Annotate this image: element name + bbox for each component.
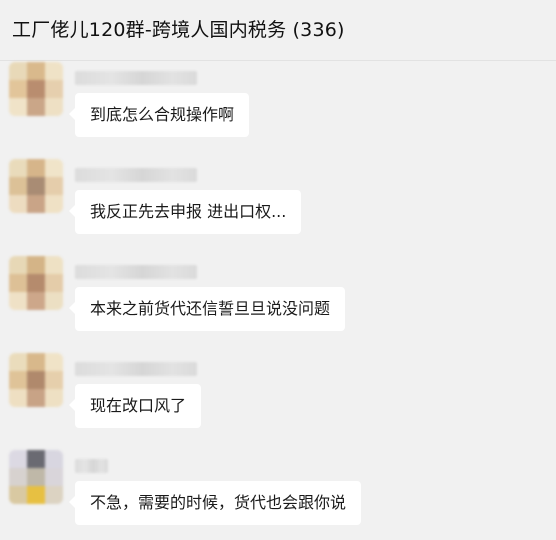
avatar-pixel — [9, 486, 27, 504]
chat-title: 工厂佬儿120群-跨境人国内税务 (336) — [12, 19, 345, 41]
avatar-pixel — [45, 389, 63, 407]
sender-name-blurred — [75, 362, 197, 376]
avatar-pixel — [27, 98, 45, 116]
message-row: 不急，需要的时候，货代也会跟你说 — [0, 450, 556, 540]
sender-name-blurred — [75, 459, 108, 473]
avatar-pixel — [9, 292, 27, 310]
avatar-pixel — [45, 159, 63, 177]
avatar-pixel — [27, 274, 45, 292]
avatar-pixel — [27, 486, 45, 504]
avatar[interactable] — [9, 62, 63, 116]
message-row: 本来之前货代还信誓旦旦说没问题 — [0, 256, 556, 346]
avatar-pixel — [45, 468, 63, 486]
avatar-pixel — [45, 371, 63, 389]
avatar-pixel — [45, 62, 63, 80]
avatar-pixel — [27, 159, 45, 177]
avatar-pixel — [45, 292, 63, 310]
avatar[interactable] — [9, 159, 63, 213]
message-bubble[interactable]: 到底怎么合规操作啊 — [68, 93, 250, 137]
avatar[interactable] — [9, 256, 63, 310]
avatar-pixel — [9, 389, 27, 407]
message-bubble[interactable]: 现在改口风了 — [68, 384, 202, 428]
chat-header: 工厂佬儿120群-跨境人国内税务 (336) — [0, 0, 556, 61]
message-row: 我反正先去申报 进出口权... — [0, 159, 556, 249]
avatar-pixel — [45, 274, 63, 292]
sender-name-blurred — [75, 168, 197, 182]
avatar[interactable] — [9, 450, 63, 504]
avatar-pixel — [9, 177, 27, 195]
avatar-pixel — [27, 256, 45, 274]
avatar-pixel — [45, 450, 63, 468]
avatar-pixel — [9, 353, 27, 371]
avatar-pixel — [27, 292, 45, 310]
avatar-pixel — [45, 177, 63, 195]
avatar-pixel — [27, 177, 45, 195]
avatar-pixel — [9, 80, 27, 98]
avatar-pixel — [45, 80, 63, 98]
avatar-pixel — [9, 256, 27, 274]
avatar-pixel — [27, 195, 45, 213]
avatar-pixel — [45, 353, 63, 371]
message-bubble[interactable]: 我反正先去申报 进出口权... — [68, 190, 302, 234]
avatar-pixel — [27, 468, 45, 486]
avatar-pixel — [45, 195, 63, 213]
avatar-pixel — [27, 389, 45, 407]
avatar-pixel — [45, 486, 63, 504]
avatar[interactable] — [9, 353, 63, 407]
avatar-pixel — [45, 256, 63, 274]
avatar-pixel — [27, 80, 45, 98]
avatar-pixel — [27, 353, 45, 371]
avatar-pixel — [9, 98, 27, 116]
avatar-pixel — [45, 98, 63, 116]
avatar-pixel — [9, 195, 27, 213]
sender-name-blurred — [75, 265, 197, 279]
avatar-pixel — [27, 62, 45, 80]
message-bubble[interactable]: 不急，需要的时候，货代也会跟你说 — [68, 481, 362, 525]
sender-name-blurred — [75, 71, 197, 85]
avatar-pixel — [27, 371, 45, 389]
message-bubble[interactable]: 本来之前货代还信誓旦旦说没问题 — [68, 287, 346, 331]
avatar-pixel — [9, 159, 27, 177]
avatar-pixel — [9, 274, 27, 292]
avatar-pixel — [27, 450, 45, 468]
avatar-pixel — [9, 62, 27, 80]
avatar-pixel — [9, 371, 27, 389]
avatar-pixel — [9, 450, 27, 468]
avatar-pixel — [9, 468, 27, 486]
message-row: 现在改口风了 — [0, 353, 556, 443]
message-row: 到底怎么合规操作啊 — [0, 62, 556, 152]
